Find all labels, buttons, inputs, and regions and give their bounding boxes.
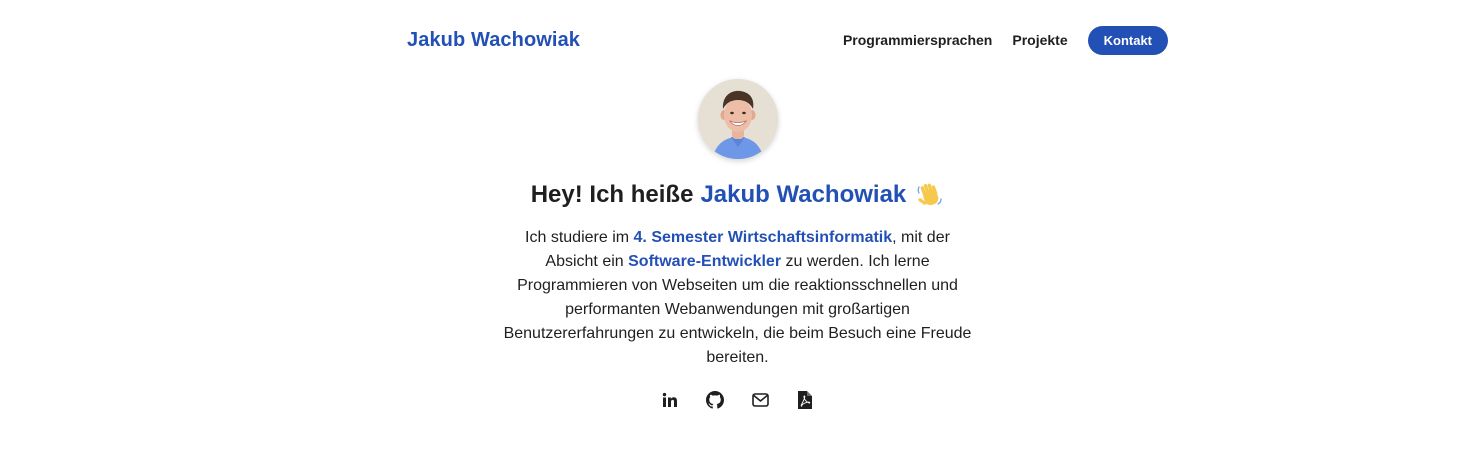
linkedin-icon[interactable] bbox=[660, 390, 680, 410]
pdf-icon[interactable] bbox=[795, 390, 815, 410]
nav-item-projekte[interactable]: Projekte bbox=[1012, 32, 1067, 48]
profile-photo-icon bbox=[697, 79, 778, 159]
avatar bbox=[697, 79, 778, 159]
main-nav: Programmiersprachen Projekte Kontakt bbox=[843, 25, 1168, 55]
headline-prefix: Hey! Ich heiße bbox=[530, 181, 694, 208]
nav-item-programmiersprachen[interactable]: Programmiersprachen bbox=[843, 32, 992, 48]
social-links bbox=[660, 390, 815, 410]
mail-icon[interactable] bbox=[750, 390, 770, 410]
bio-text: Ich studiere im 4. Semester Wirtschaftsi… bbox=[498, 226, 978, 370]
bio-highlight-semester: 4. Semester Wirtschaftsinformatik bbox=[633, 229, 893, 246]
page: Jakub Wachowiak Programmiersprachen Proj… bbox=[0, 0, 1475, 449]
site-header: Jakub Wachowiak Programmiersprachen Proj… bbox=[407, 24, 1168, 56]
bio-highlight-role: Software-Entwickler bbox=[628, 253, 782, 270]
waving-hand-icon bbox=[916, 181, 944, 209]
bio-part-1: Ich studiere im bbox=[525, 229, 634, 246]
brand-link[interactable]: Jakub Wachowiak bbox=[407, 29, 580, 52]
github-icon[interactable] bbox=[705, 390, 725, 410]
contact-button[interactable]: Kontakt bbox=[1087, 25, 1168, 55]
headline-name: Jakub Wachowiak bbox=[700, 181, 907, 208]
hero-section: Hey! Ich heiße Jakub Wachowiak Ich studi… bbox=[0, 79, 1475, 410]
page-title: Hey! Ich heiße Jakub Wachowiak bbox=[531, 181, 945, 209]
